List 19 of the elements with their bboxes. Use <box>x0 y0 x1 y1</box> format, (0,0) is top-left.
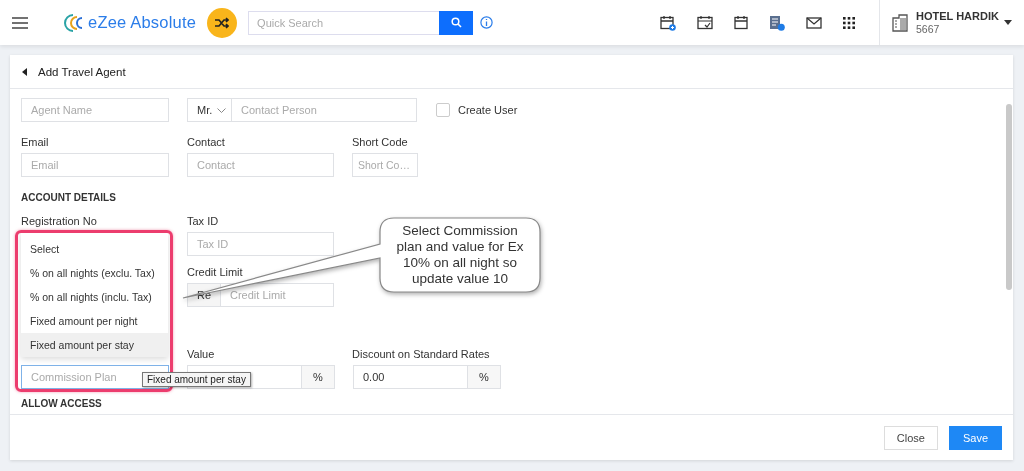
section-heading: ALLOW ACCESS <box>21 398 103 410</box>
section-heading: ACCOUNT DETAILS <box>21 192 117 204</box>
hotel-name: HOTEL HARDIK <box>916 9 999 23</box>
field-label: Email <box>21 136 50 148</box>
hotel-code: 5667 <box>916 22 941 36</box>
unit-label: % <box>302 365 335 389</box>
app-name: eZee Absolute <box>88 13 197 32</box>
field-label: Discount on Standard Rates <box>352 348 490 360</box>
field-label: Credit Limit <box>187 266 243 278</box>
callout-text: Select Commission plan and value for Ex 10% on all night so update value 10 <box>395 222 525 288</box>
field-label: Short Code <box>352 136 408 148</box>
unit-label: % <box>468 365 501 389</box>
page-title: Add Travel Agent <box>38 65 126 78</box>
create-user-label: Create User <box>458 104 518 116</box>
field-label: Contact <box>187 136 226 148</box>
field-label: Value <box>187 348 216 360</box>
tooltip: Fixed amount per stay <box>142 372 251 387</box>
field-label: Tax ID <box>187 215 219 227</box>
field-label: Registration No <box>21 215 98 227</box>
